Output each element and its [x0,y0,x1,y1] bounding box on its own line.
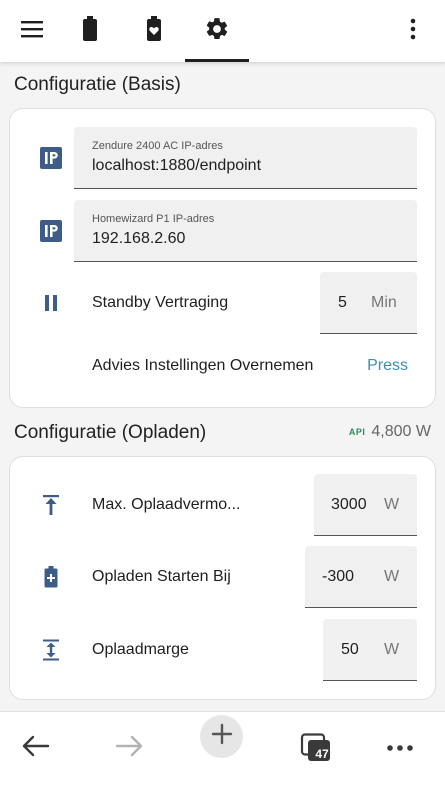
row-start-at: Opladen Starten Bij -300 W [10,546,435,608]
section-title-opladen: Configuratie (Opladen) [14,422,207,443]
row-zendure-ip: Zendure 2400 AC IP-adres localhost:1880/… [10,127,435,189]
tab-settings[interactable] [185,0,249,62]
margin-input[interactable]: 50 W [323,619,417,681]
zendure-ip-value: localhost:1880/endpoint [92,157,262,174]
plus-icon [211,723,233,750]
arrow-right-icon [115,735,143,762]
tab-menu[interactable] [0,0,64,62]
api-power-value: 4,800 W [371,423,431,440]
tab-battery-heart[interactable] [122,0,186,62]
forward-button[interactable] [107,726,151,770]
p1-ip-field[interactable]: Homewizard P1 IP-adres 192.168.2.60 [74,200,417,262]
tab-switcher-button[interactable]: 47 [294,726,338,770]
api-icon: API [348,427,366,437]
gear-icon [204,16,230,47]
standby-unit: Min [371,294,397,311]
overflow-menu-button[interactable] [378,726,422,770]
standby-value: 5 [338,294,347,311]
row-max-power: Max. Oplaadvermo... 3000 W [10,474,435,536]
p1-ip-label: Homewizard P1 IP-adres [92,213,215,225]
tab-battery[interactable] [58,0,122,62]
arrow-left-icon [22,735,50,762]
max-power-input[interactable]: 3000 W [314,474,417,536]
margin-value: 50 [341,641,359,658]
max-power-value: 3000 [331,496,367,513]
zendure-ip-field[interactable]: Zendure 2400 AC IP-adres localhost:1880/… [74,127,417,189]
battery-heart-icon [145,15,163,47]
standby-input[interactable]: 5 Min [320,272,417,334]
section-title-basis: Configuratie (Basis) [14,74,181,95]
row-standby: Standby Vertraging 5 Min [10,272,435,334]
browser-bottom-bar: 47 [0,711,445,800]
standby-label: Standby Vertraging [92,294,229,311]
pause-icon [40,292,62,314]
p1-ip-value: 192.168.2.60 [92,230,186,247]
battery-plus-icon [40,566,62,588]
horizontal-dots-icon [386,739,414,757]
start-at-value: -300 [322,568,355,585]
vertical-expand-icon [40,639,62,661]
vertical-dots-icon [410,18,416,45]
ip-icon [40,147,62,169]
api-power-badge: API 4,800 W [349,423,431,441]
card-opladen: Max. Oplaadvermo... 3000 W Opladen Start… [9,456,436,700]
press-button[interactable]: Press [367,357,408,375]
battery-icon [81,15,99,47]
row-advies: Advies Instellingen Overnemen Press [10,344,435,388]
arrow-up-bar-icon [40,494,62,516]
start-at-label: Opladen Starten Bij [92,568,231,585]
tab-count: 47 [315,747,329,761]
card-basis: Zendure 2400 AC IP-adres localhost:1880/… [9,108,436,408]
zendure-ip-label: Zendure 2400 AC IP-adres [92,140,223,152]
back-button[interactable] [14,726,58,770]
row-p1-ip: Homewizard P1 IP-adres 192.168.2.60 [10,200,435,262]
ip-icon [40,220,62,242]
top-tab-bar [0,0,445,62]
row-margin: Oplaadmarge 50 W [10,619,435,681]
max-power-label: Max. Oplaadvermo... [92,496,241,513]
tab-more[interactable] [381,0,445,62]
start-at-input[interactable]: -300 W [305,546,417,608]
margin-label: Oplaadmarge [92,641,189,658]
start-at-unit: W [384,568,400,585]
advies-label: Advies Instellingen Overnemen [92,357,314,374]
hamburger-menu-icon [20,19,44,44]
new-tab-button[interactable] [200,715,243,758]
max-power-unit: W [384,496,400,513]
margin-unit: W [384,641,400,658]
